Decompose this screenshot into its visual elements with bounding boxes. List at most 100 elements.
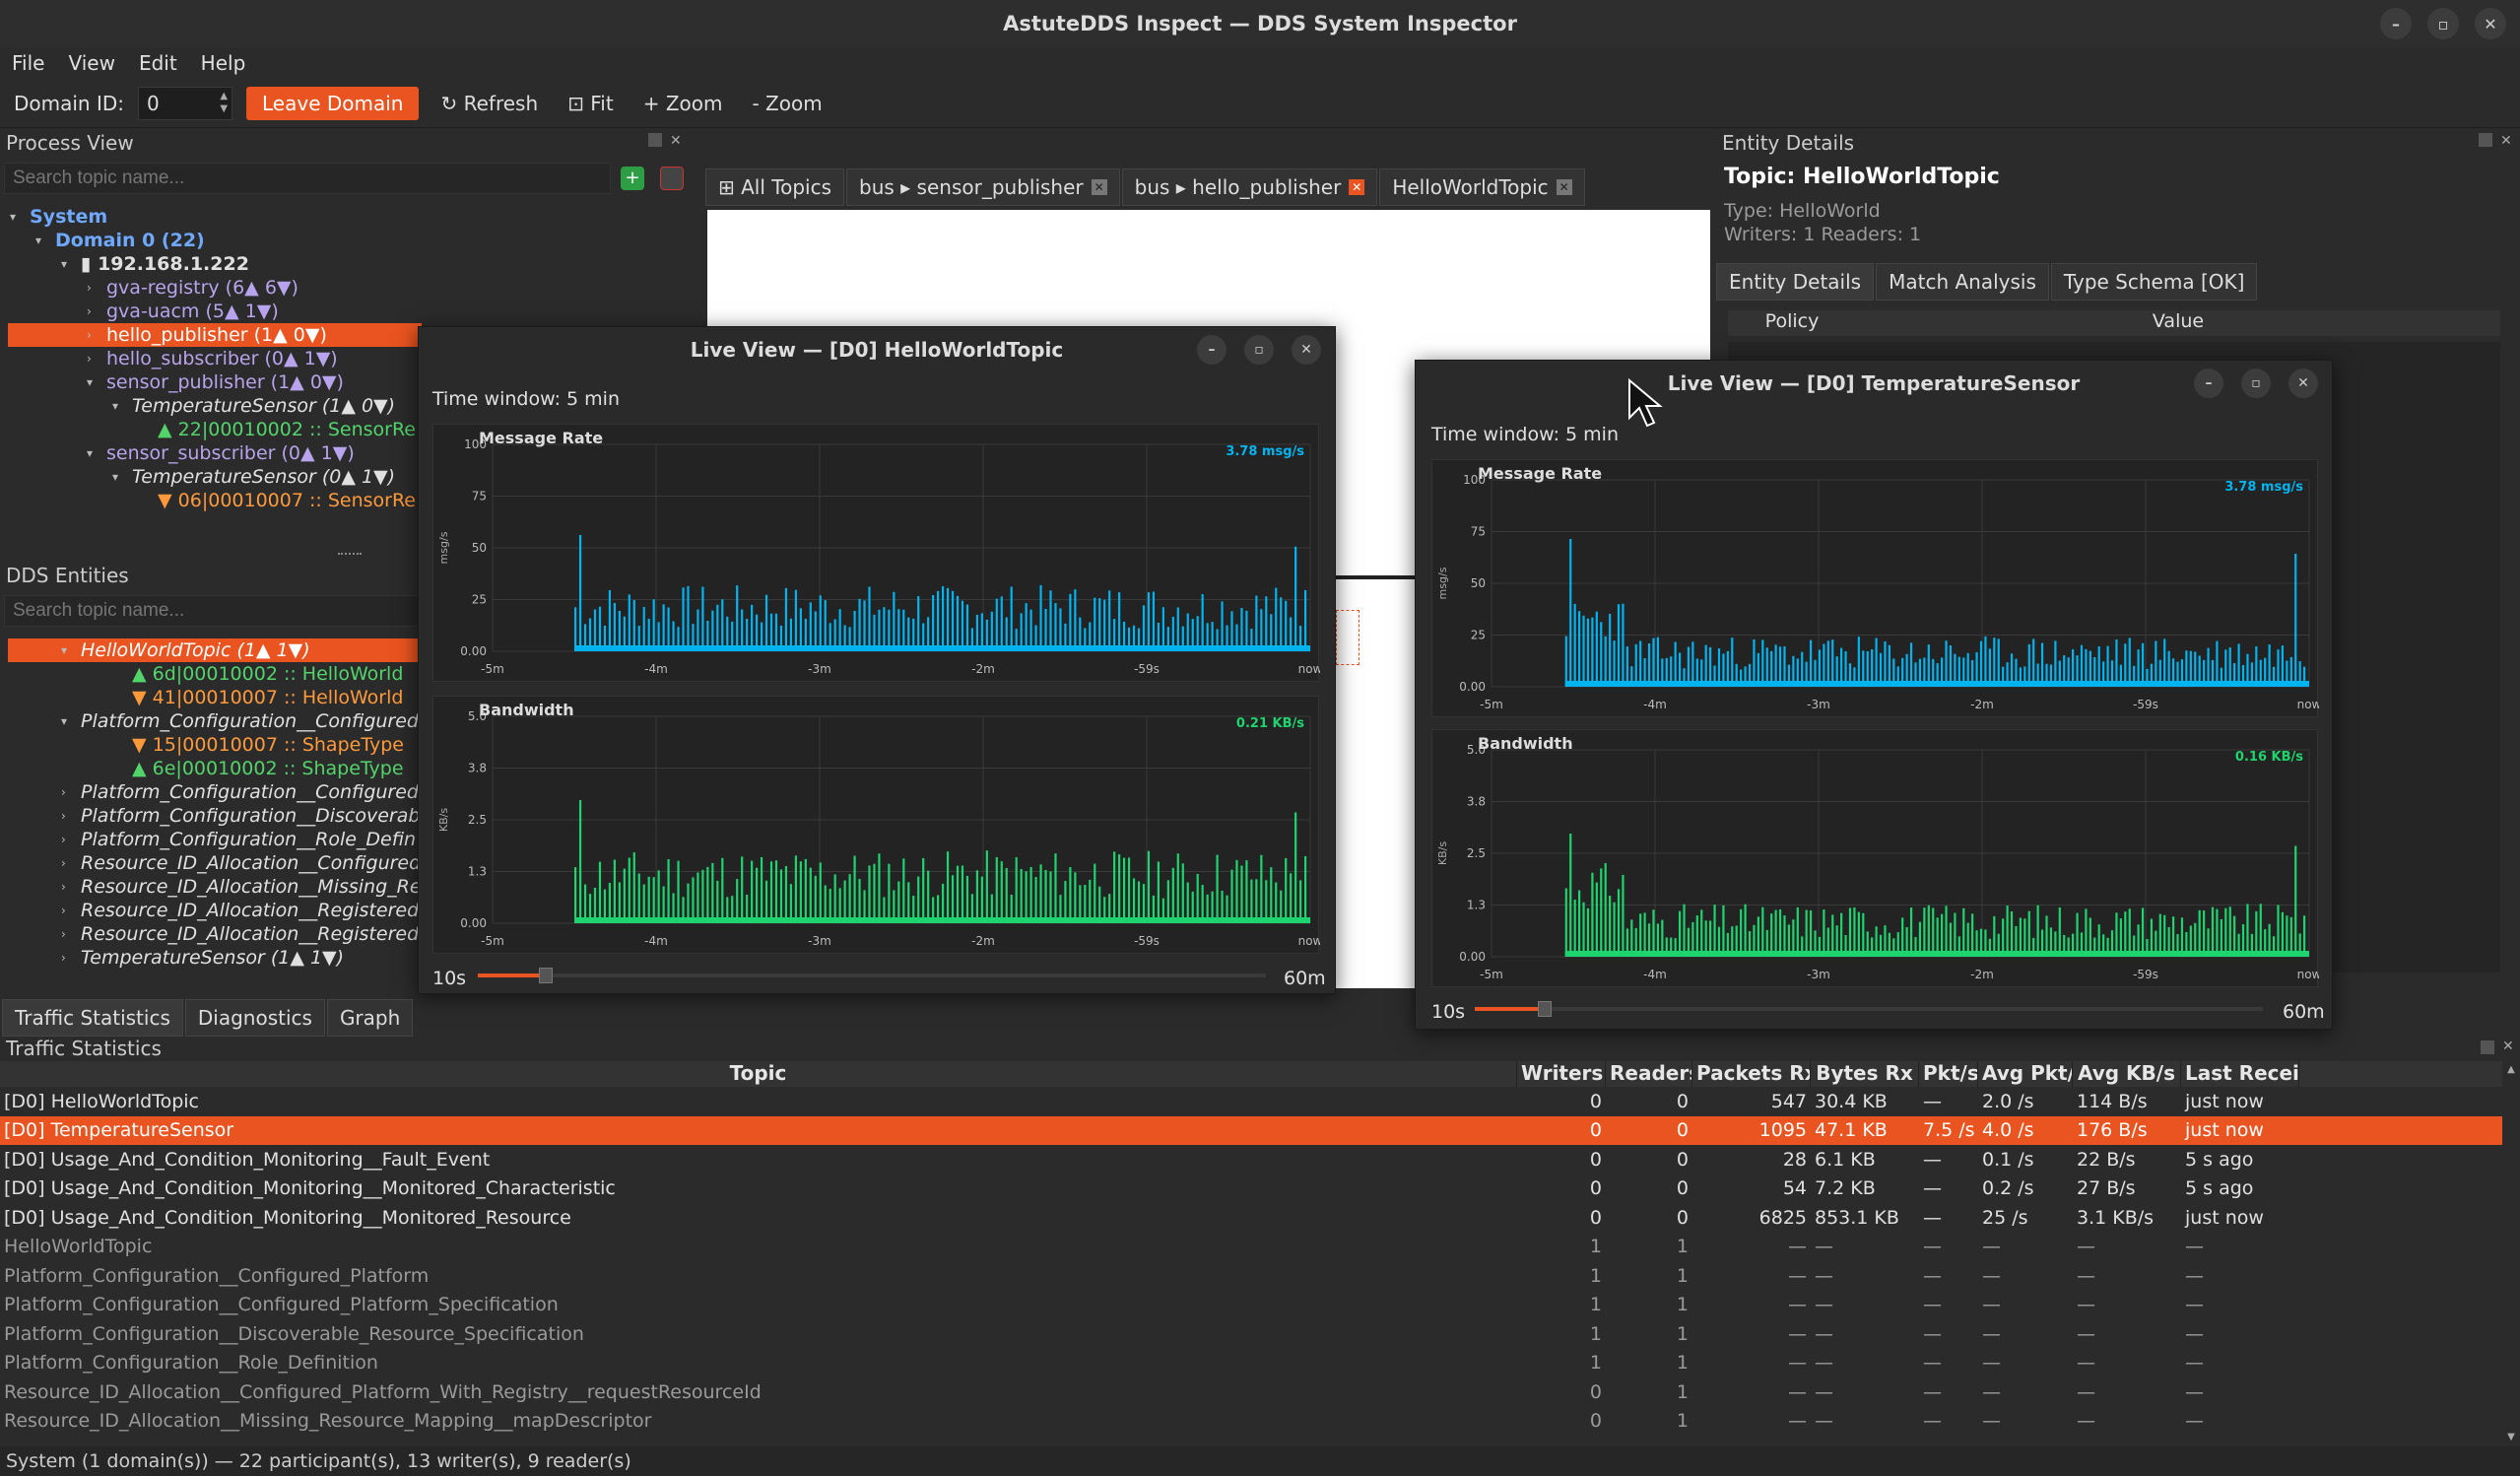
tab-entity-details[interactable]: Entity Details — [1716, 263, 1875, 301]
maximize-icon[interactable]: ▫ — [2427, 8, 2459, 39]
table-row[interactable]: Resource_ID_Allocation__Configured_Platf… — [0, 1377, 2502, 1406]
tree-item[interactable]: ▾ System — [10, 205, 107, 229]
minimize-icon[interactable]: – — [2194, 369, 2223, 398]
column-header[interactable]: Bytes Rx — [1811, 1061, 1919, 1087]
live-view-helloworld[interactable]: Live View — [D0] HelloWorldTopic – ▫ ✕ T… — [418, 326, 1336, 994]
table-row[interactable]: [D0] Usage_And_Condition_Monitoring__Mon… — [0, 1203, 2502, 1232]
tree-item[interactable]: ▾ ▮ 192.168.1.222 — [61, 252, 249, 276]
menu-view[interactable]: View — [68, 51, 114, 75]
tree-item[interactable]: › hello_subscriber (0▲ 1▼) — [87, 347, 338, 370]
table-row[interactable]: Platform_Configuration__Configured_Platf… — [0, 1261, 2502, 1290]
tree-item[interactable]: ▲ 6d|00010002 :: HelloWorld — [112, 662, 403, 686]
column-header[interactable]: Topic — [0, 1061, 1517, 1087]
expand-caret-icon[interactable]: › — [87, 352, 100, 366]
center-tab[interactable]: HelloWorldTopic ✕ — [1379, 168, 1585, 206]
tab-traffic-statistics[interactable]: Traffic Statistics — [2, 999, 183, 1037]
tree-item[interactable]: ▾ TemperatureSensor (1▲ 0▼) — [112, 394, 395, 418]
expand-caret-icon[interactable]: ▾ — [35, 234, 49, 247]
minimize-icon[interactable]: – — [2380, 8, 2412, 39]
close-icon[interactable]: ✕ — [2475, 8, 2506, 39]
table-row[interactable]: [D0] HelloWorldTopic 0 0 547 30.4 KB — 2.0 /s 1… — [0, 1087, 2502, 1115]
tab-graph[interactable]: Graph — [326, 999, 414, 1037]
tab-match-analysis[interactable]: Match Analysis — [1876, 263, 2049, 301]
expand-caret-icon[interactable]: › — [61, 785, 75, 799]
expand-caret-icon[interactable]: ▾ — [61, 643, 75, 657]
float-icon[interactable] — [648, 133, 662, 147]
refresh-button[interactable]: ↻ Refresh — [432, 92, 546, 115]
float-icon[interactable] — [2481, 1040, 2494, 1054]
expand-caret-icon[interactable]: › — [61, 927, 75, 941]
tree-item[interactable]: › Platform_Configuration__Role_Defin — [61, 828, 416, 851]
add-filter-icon[interactable]: + — [621, 167, 644, 190]
tab-diagnostics[interactable]: Diagnostics — [184, 999, 325, 1037]
graph-node[interactable] — [1336, 610, 1359, 665]
slider-handle[interactable] — [539, 968, 553, 983]
live-view-temperaturesensor[interactable]: Live View — [D0] TemperatureSensor – ▫ ✕… — [1415, 360, 2333, 1030]
tree-item[interactable]: ▼ 06|00010007 :: SensorRe — [138, 489, 416, 512]
tree-item[interactable]: ▾ TemperatureSensor (0▲ 1▼) — [112, 465, 395, 489]
leave-domain-button[interactable]: Leave Domain — [246, 86, 420, 120]
tree-item[interactable]: ▼ 15|00010007 :: ShapeType — [112, 733, 404, 757]
expand-caret-icon[interactable]: › — [87, 328, 100, 342]
time-window-slider[interactable] — [478, 968, 1266, 983]
column-header[interactable]: Last Received — [2181, 1061, 2299, 1087]
tree-item[interactable]: › gva-registry (6▲ 6▼) — [87, 276, 298, 300]
menu-help[interactable]: Help — [201, 51, 246, 75]
center-tab[interactable]: bus ▸ hello_publisher ✕ — [1121, 168, 1378, 206]
tree-item[interactable]: ▲ 6e|00010002 :: ShapeType — [112, 757, 404, 780]
table-row[interactable]: Platform_Configuration__Discoverable_Res… — [0, 1319, 2502, 1348]
column-header[interactable]: Avg KB/s — [2073, 1061, 2181, 1087]
scroll-up-icon[interactable]: ▲ — [2504, 1064, 2518, 1075]
tree-item[interactable]: › Platform_Configuration__Configured_ — [61, 780, 429, 804]
close-icon[interactable]: ✕ — [1292, 335, 1321, 365]
column-header[interactable]: Readers — [1606, 1061, 1692, 1087]
expand-caret-icon[interactable]: ▾ — [61, 257, 75, 271]
tree-item[interactable]: ▾ Domain 0 (22) — [35, 229, 205, 252]
tab-type-schema[interactable]: Type Schema [OK] — [2050, 263, 2258, 301]
table-row[interactable]: Resource_ID_Allocation__Missing_Resource… — [0, 1407, 2502, 1436]
tree-item[interactable]: › Resource_ID_Allocation__Missing_Re — [61, 875, 422, 899]
minimize-icon[interactable]: – — [1197, 335, 1227, 365]
close-icon[interactable]: ✕ — [2288, 369, 2318, 398]
table-row[interactable]: [D0] Usage_And_Condition_Monitoring__Mon… — [0, 1174, 2502, 1203]
expand-caret-icon[interactable]: ▾ — [61, 714, 75, 728]
tree-item[interactable]: › Resource_ID_Allocation__Registered_ — [61, 899, 429, 922]
tree-item[interactable]: ▾ sensor_publisher (1▲ 0▼) — [87, 370, 344, 394]
panel-close-icon[interactable]: ✕ — [2502, 1039, 2514, 1054]
column-header[interactable]: Pkt/s — [1919, 1061, 1978, 1087]
tree-item[interactable]: › Platform_Configuration__Discoverab — [61, 804, 420, 828]
scroll-down-icon[interactable]: ▼ — [2504, 1432, 2518, 1442]
maximize-icon[interactable]: ▫ — [2241, 369, 2271, 398]
tree-item[interactable]: › Resource_ID_Allocation__Configured_ — [61, 851, 431, 875]
menu-file[interactable]: File — [12, 51, 44, 75]
expand-caret-icon[interactable]: › — [61, 880, 75, 894]
expand-caret-icon[interactable]: › — [87, 281, 100, 295]
column-header[interactable]: Avg Pkt/s — [1978, 1061, 2073, 1087]
slider-handle[interactable] — [1538, 1001, 1552, 1017]
live-view-title-bar[interactable]: Live View — [D0] HelloWorldTopic – ▫ ✕ — [419, 327, 1335, 372]
expand-caret-icon[interactable]: ▾ — [87, 446, 100, 460]
expand-caret-icon[interactable]: › — [61, 833, 75, 846]
tree-item[interactable]: ▾ sensor_subscriber (0▲ 1▼) — [87, 441, 355, 465]
center-tab[interactable]: bus ▸ sensor_publisher ✕ — [846, 168, 1120, 206]
spin-arrows-icon[interactable]: ▲ ▼ — [220, 90, 228, 115]
tree-item[interactable]: ▾ HelloWorldTopic (1▲ 1▼) — [8, 638, 422, 662]
maximize-icon[interactable]: ▫ — [1244, 335, 1274, 365]
panel-close-icon[interactable]: ✕ — [670, 133, 682, 149]
tab-close-icon[interactable]: ✕ — [1349, 179, 1365, 195]
tree-item[interactable]: ▾ Platform_Configuration__Configured_ — [61, 709, 429, 733]
fit-button[interactable]: ⊡ Fit — [560, 92, 622, 115]
menu-edit[interactable]: Edit — [139, 51, 177, 75]
table-row[interactable]: HelloWorldTopic 1 1 — — — — — — — [0, 1233, 2502, 1261]
expand-caret-icon[interactable]: ▾ — [10, 210, 24, 224]
splitter-handle[interactable] — [338, 553, 362, 557]
zoom-out-button[interactable]: - Zoom — [744, 92, 829, 115]
tab-close-icon[interactable]: ✕ — [1091, 179, 1107, 195]
column-header[interactable]: Writers — [1517, 1061, 1606, 1087]
clear-filter-icon[interactable] — [660, 167, 684, 190]
live-view-title-bar[interactable]: Live View — [D0] TemperatureSensor – ▫ ✕ — [1416, 361, 2332, 406]
expand-caret-icon[interactable]: › — [61, 856, 75, 870]
process-search-input[interactable] — [4, 163, 611, 194]
tree-item[interactable]: › TemperatureSensor (1▲ 1▼) — [61, 946, 344, 970]
column-header[interactable]: Packets Rx — [1692, 1061, 1811, 1087]
